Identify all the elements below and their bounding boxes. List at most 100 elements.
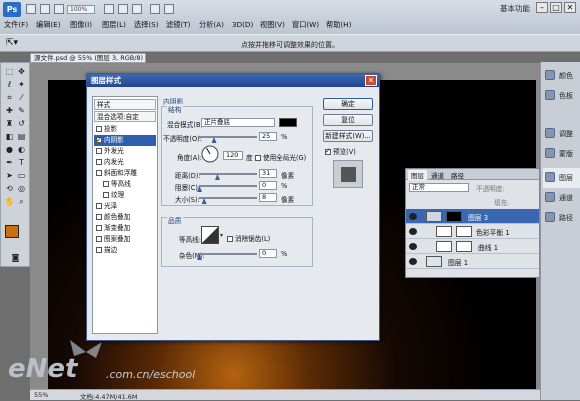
marquee-tool-icon[interactable]: ⬚	[4, 67, 15, 77]
layer-name[interactable]: 图层 3	[468, 212, 488, 222]
checkbox[interactable]	[103, 192, 109, 198]
zoom-tool-icon[interactable]: ⌕	[16, 197, 27, 207]
eyedropper-icon[interactable]: ⁄	[16, 93, 27, 103]
shape-tool-icon[interactable]: ▭	[16, 171, 27, 181]
layer-row[interactable]: 曲线 1	[406, 239, 539, 254]
layer-name[interactable]: 曲线 1	[478, 242, 498, 252]
foreground-color-swatch[interactable]	[5, 225, 19, 238]
checkbox[interactable]	[255, 155, 261, 161]
dock-layers[interactable]: 图层	[543, 168, 580, 188]
type-tool-icon[interactable]: T	[16, 158, 27, 168]
style-item-bevel-emboss[interactable]: 斜面和浮雕	[94, 168, 156, 179]
style-item-inner-glow[interactable]: 内发光	[94, 157, 156, 168]
mini-bridge-icon[interactable]	[40, 4, 50, 14]
menu-image[interactable]: 图像(I)	[70, 20, 92, 30]
healing-brush-icon[interactable]: ✚	[4, 106, 15, 116]
style-item-texture[interactable]: 纹理	[94, 190, 156, 201]
arrange-documents-icon[interactable]	[150, 4, 160, 14]
hand-tool-icon[interactable]: ✋	[4, 197, 15, 207]
checkbox[interactable]	[227, 236, 233, 242]
dodge-tool-icon[interactable]: ◐	[16, 145, 27, 155]
magic-wand-icon[interactable]: ✦	[16, 80, 27, 90]
3d-orbit-icon[interactable]: ◎	[16, 184, 27, 194]
choke-input[interactable]: 0	[259, 181, 277, 190]
status-zoom[interactable]: 55%	[34, 391, 48, 399]
rotate-view-icon[interactable]	[132, 4, 142, 14]
size-slider[interactable]	[199, 197, 257, 199]
gradient-tool-icon[interactable]: ▤	[16, 132, 27, 142]
dock-adjustments[interactable]: 调整	[543, 124, 580, 144]
dock-paths[interactable]: 路径	[543, 208, 580, 228]
tab-layers[interactable]: 图层	[408, 170, 427, 180]
style-item-stroke[interactable]: 描边	[94, 245, 156, 256]
distance-slider[interactable]	[199, 173, 257, 175]
style-item-outer-glow[interactable]: 外发光	[94, 146, 156, 157]
visibility-eye-icon[interactable]	[409, 243, 417, 250]
styles-header[interactable]: 样式	[94, 99, 156, 110]
checkbox[interactable]	[325, 147, 331, 155]
brush-tool-icon[interactable]: ✎	[16, 106, 27, 116]
tab-channels[interactable]: 通道	[428, 170, 447, 180]
checkbox[interactable]	[96, 148, 102, 154]
menu-3d[interactable]: 3D(D)	[232, 20, 253, 29]
crop-tool-icon[interactable]: ⌗	[4, 93, 15, 103]
dock-masks[interactable]: 蒙版	[543, 144, 580, 164]
checkbox[interactable]	[96, 159, 102, 165]
eraser-tool-icon[interactable]: ◧	[4, 132, 15, 142]
style-item-contour[interactable]: 等高线	[94, 179, 156, 190]
zoom-dropdown[interactable]: 100%	[67, 5, 95, 14]
dock-color[interactable]: 颜色	[543, 66, 580, 86]
checkbox[interactable]	[96, 135, 102, 146]
lasso-tool-icon[interactable]: ℓ	[4, 80, 15, 90]
menu-layer[interactable]: 图层(L)	[102, 20, 126, 30]
opacity-input[interactable]: 25	[259, 132, 277, 141]
checkbox[interactable]	[96, 170, 102, 176]
menu-view[interactable]: 视图(V)	[260, 20, 285, 30]
blend-mode-select[interactable]: 正常	[409, 183, 469, 192]
blend-mode-dropdown[interactable]: 正片叠底	[201, 118, 275, 127]
dock-swatches[interactable]: 色板	[543, 86, 580, 106]
size-input[interactable]: 8	[259, 193, 277, 202]
view-extras-icon[interactable]	[54, 4, 64, 14]
visibility-eye-icon[interactable]	[409, 228, 417, 235]
checkbox[interactable]	[96, 214, 102, 220]
menu-filter[interactable]: 滤镜(T)	[166, 20, 190, 30]
preview-checkbox[interactable]: 预览(V)	[325, 146, 356, 156]
angle-input[interactable]: 120	[223, 151, 243, 160]
noise-input[interactable]: 0	[259, 249, 277, 258]
style-item-gradient-overlay[interactable]: 渐变叠加	[94, 223, 156, 234]
dock-channels[interactable]: 通道	[543, 188, 580, 208]
screen-mode-icon[interactable]	[164, 4, 174, 14]
menu-file[interactable]: 文件(F)	[4, 20, 28, 30]
maximize-button[interactable]: □	[550, 2, 562, 13]
layer-row[interactable]: 图层 3	[406, 209, 539, 224]
visibility-eye-icon[interactable]	[409, 213, 417, 220]
layer-name[interactable]: 图层 1	[448, 257, 468, 267]
checkbox[interactable]	[96, 247, 102, 253]
checkbox[interactable]	[96, 203, 102, 209]
tab-paths[interactable]: 路径	[448, 170, 467, 180]
opacity-slider[interactable]	[199, 136, 257, 138]
menu-analysis[interactable]: 分析(A)	[199, 20, 224, 30]
style-item-satin[interactable]: 光泽	[94, 201, 156, 212]
move-tool-icon[interactable]: ✥	[16, 67, 27, 77]
document-tab[interactable]: 源文件.psd @ 55% (图层 3, RGB/8) *	[30, 53, 146, 71]
close-window-button[interactable]: ✕	[564, 2, 576, 13]
workspace-switcher[interactable]: 基本功能	[500, 3, 530, 14]
visibility-eye-icon[interactable]	[409, 258, 417, 265]
angle-dial[interactable]	[201, 145, 219, 163]
minimize-button[interactable]: –	[536, 2, 548, 13]
distance-input[interactable]: 31	[259, 169, 277, 178]
history-brush-icon[interactable]: ↺	[16, 119, 27, 129]
pen-tool-icon[interactable]: ✒	[4, 158, 15, 168]
blur-tool-icon[interactable]: ●	[4, 145, 15, 155]
checkbox[interactable]	[103, 181, 109, 187]
style-item-drop-shadow[interactable]: 投影	[94, 124, 156, 135]
zoom-tool-icon[interactable]	[118, 4, 128, 14]
dialog-title[interactable]: 图层样式	[87, 74, 379, 87]
layer-name[interactable]: 色彩平衡 1	[476, 227, 510, 237]
new-style-button[interactable]: 新建样式(W)...	[323, 130, 373, 142]
path-select-icon[interactable]: ➤	[4, 171, 15, 181]
style-item-pattern-overlay[interactable]: 图案叠加	[94, 234, 156, 245]
contour-picker[interactable]	[201, 226, 223, 244]
